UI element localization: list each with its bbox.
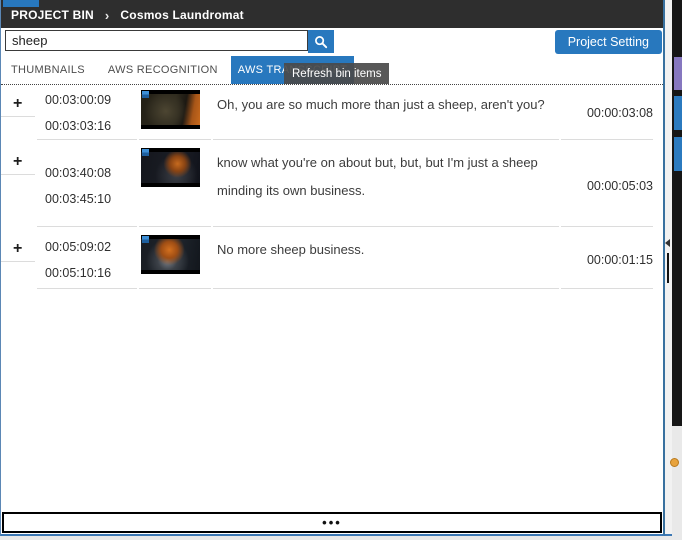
transcript-text: Oh, you are so much more than just a she…: [213, 87, 559, 140]
timecode-cell: 00:03:00:09 00:03:03:16: [37, 87, 137, 140]
timecode-out: 00:03:03:16: [45, 113, 137, 139]
timecode-out: 00:05:10:16: [45, 260, 137, 286]
thumbnail-cell: [139, 145, 211, 227]
clip-thumbnail[interactable]: [141, 235, 200, 274]
expand-row-button[interactable]: +: [1, 232, 35, 262]
table-row: + 00:05:09:02 00:05:10:16 No more sheep …: [1, 232, 663, 289]
scrollbar-thumb[interactable]: [667, 253, 669, 283]
transcript-text: know what you're on about but, but, but …: [213, 145, 559, 227]
toolbar: Project Setting: [1, 28, 663, 56]
breadcrumb-current: Cosmos Laundromat: [120, 8, 243, 22]
table-row: + 00:03:00:09 00:03:03:16 Oh, you are so…: [1, 87, 663, 140]
timecode-out: 00:03:45:10: [45, 186, 137, 212]
refresh-bin-items-tooltip: Refresh bin items: [284, 63, 389, 84]
background-notification-dot: [670, 458, 679, 467]
background-blue-block: [674, 137, 682, 171]
timecode-in: 00:03:00:09: [45, 87, 137, 113]
breadcrumb-root[interactable]: PROJECT BIN: [11, 8, 94, 22]
breadcrumb-chevron-icon: ›: [105, 8, 110, 23]
background-app-strip: [672, 0, 682, 540]
project-setting-button[interactable]: Project Setting: [555, 30, 662, 54]
clip-duration: 00:00:01:15: [561, 232, 653, 289]
search-button[interactable]: [308, 30, 334, 53]
clip-duration: 00:00:03:08: [561, 87, 653, 140]
video-clip-icon: [142, 91, 149, 98]
timecode-in: 00:05:09:02: [45, 234, 137, 260]
video-clip-icon: [142, 149, 149, 156]
thumbnail-cell: [139, 87, 211, 140]
expand-row-button[interactable]: +: [1, 87, 35, 117]
project-bin-panel: PROJECT BIN › Cosmos Laundromat Project …: [0, 0, 665, 536]
panel-tab-notch: [3, 0, 39, 7]
thumbnail-image: [141, 152, 200, 183]
timecode-cell: 00:03:40:08 00:03:45:10: [37, 145, 137, 227]
scrollbar-gutter: [665, 0, 672, 536]
thumbnail-cell: [139, 232, 211, 289]
panel-resize-handle[interactable]: •••: [2, 512, 662, 533]
table-row: + 00:03:40:08 00:03:45:10 know what you'…: [1, 145, 663, 227]
search-input[interactable]: [5, 30, 308, 51]
background-blue-block: [674, 96, 682, 130]
expand-row-button[interactable]: +: [1, 145, 35, 175]
collapse-arrow-icon[interactable]: [665, 239, 670, 247]
timecode-cell: 00:05:09:02 00:05:10:16: [37, 232, 137, 289]
transcript-table: + 00:03:00:09 00:03:03:16 Oh, you are so…: [1, 85, 663, 289]
tab-aws-recognition[interactable]: AWS RECOGNITION: [100, 56, 226, 84]
search-icon: [314, 35, 328, 49]
bin-header: PROJECT BIN › Cosmos Laundromat: [1, 0, 663, 28]
tab-thumbnails[interactable]: THUMBNAILS: [3, 56, 93, 84]
tab-bar: THUMBNAILS AWS RECOGNITION AWS TRANSSCRI…: [1, 56, 663, 85]
background-purple-block: [674, 57, 682, 90]
timecode-in: 00:03:40:08: [45, 160, 137, 186]
thumbnail-image: [141, 239, 200, 270]
clip-thumbnail[interactable]: [141, 90, 200, 129]
thumbnail-image: [141, 94, 200, 125]
transcript-text: No more sheep business.: [213, 232, 559, 289]
video-clip-icon: [142, 236, 149, 243]
clip-duration: 00:00:05:03: [561, 145, 653, 227]
clip-thumbnail[interactable]: [141, 148, 200, 187]
